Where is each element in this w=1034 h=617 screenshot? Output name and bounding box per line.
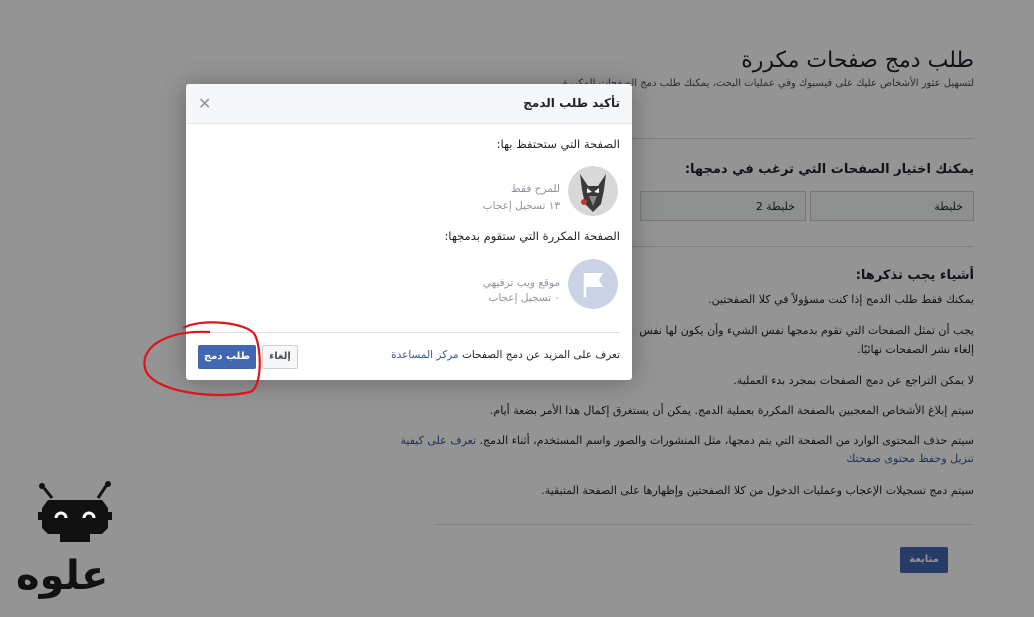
watermark-logo: علوه bbox=[10, 478, 120, 598]
red-circle-annotation bbox=[143, 321, 261, 397]
brand-logo-text: علوه bbox=[16, 553, 109, 599]
